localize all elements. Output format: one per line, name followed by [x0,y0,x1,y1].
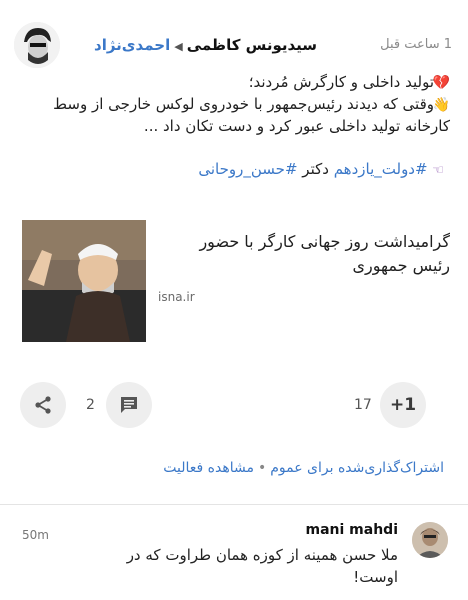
share-arrow-icon: ◀ [174,40,183,53]
post-actions: 2 17 +1 [0,382,468,432]
post-line-1: 💔تولید داخلی و کارگرش مُردند؛ [10,72,450,94]
plus-one-button[interactable]: +1 [380,382,426,428]
share-target-name[interactable]: احمدی‌نژاد [94,36,170,54]
author-line: سیدیونس کاظمی ◀ احمدی‌نژاد [94,36,317,54]
post-timestamp: 1 ساعت قبل [380,37,452,52]
share-icon [35,396,51,414]
author-name[interactable]: سیدیونس کاظمی [187,36,317,54]
post-meta: اشتراک‌گذاری‌شده برای عموم•مشاهده فعالیت [163,460,444,476]
waving-hand-icon: 👋 [432,97,450,113]
meta-separator: • [257,460,267,476]
commenter-avatar[interactable] [412,522,448,558]
link-preview-card[interactable]: گرامیداشت روز جهانی کارگر با حضور رئیس ج… [22,220,450,344]
broken-heart-icon: 💔 [432,75,450,91]
divider [0,504,468,505]
comment-button[interactable] [106,382,152,428]
comment-count: 2 [86,397,95,413]
post-line-3: کارخانه تولید داخلی عبور کرد و دست تکان … [143,117,450,135]
hashtag-rouhani[interactable]: #حسن_روحانی [198,160,297,178]
pointing-hand-icon: ☜ [432,163,444,178]
comment-item: 50m mani mahdi ملا حسن همینه از کوزه هما… [0,522,468,592]
link-title[interactable]: گرامیداشت روز جهانی کارگر با حضور رئیس ج… [170,230,450,278]
post-line-2: 👋وقتی که دیدند رئیس‌جمهور با خودروی لوکس… [10,94,450,116]
hashtag-separator-text: دکتر [302,160,329,178]
link-domain: isna.ir [158,290,195,304]
post-body: 💔تولید داخلی و کارگرش مُردند؛ 👋وقتی که د… [10,72,450,137]
share-button[interactable] [20,382,66,428]
shared-publicly-link[interactable]: اشتراک‌گذاری‌شده برای عموم [270,460,444,476]
comment-icon [121,397,137,413]
author-avatar[interactable] [14,22,60,68]
hashtag-dolat[interactable]: #دولت_یازدهم [334,160,428,178]
hashtags-row: ☜ #دولت_یازدهم دکتر #حسن_روحانی [198,160,444,178]
commenter-name[interactable]: mani mahdi [306,522,399,538]
comment-time: 50m [22,528,49,542]
plus-one-count: 17 [354,397,372,413]
link-thumbnail-image [22,220,146,342]
comment-text: ملا حسن همینه از کوزه همان طراوت که در ا… [126,546,398,586]
view-activity-link[interactable]: مشاهده فعالیت [163,460,254,476]
